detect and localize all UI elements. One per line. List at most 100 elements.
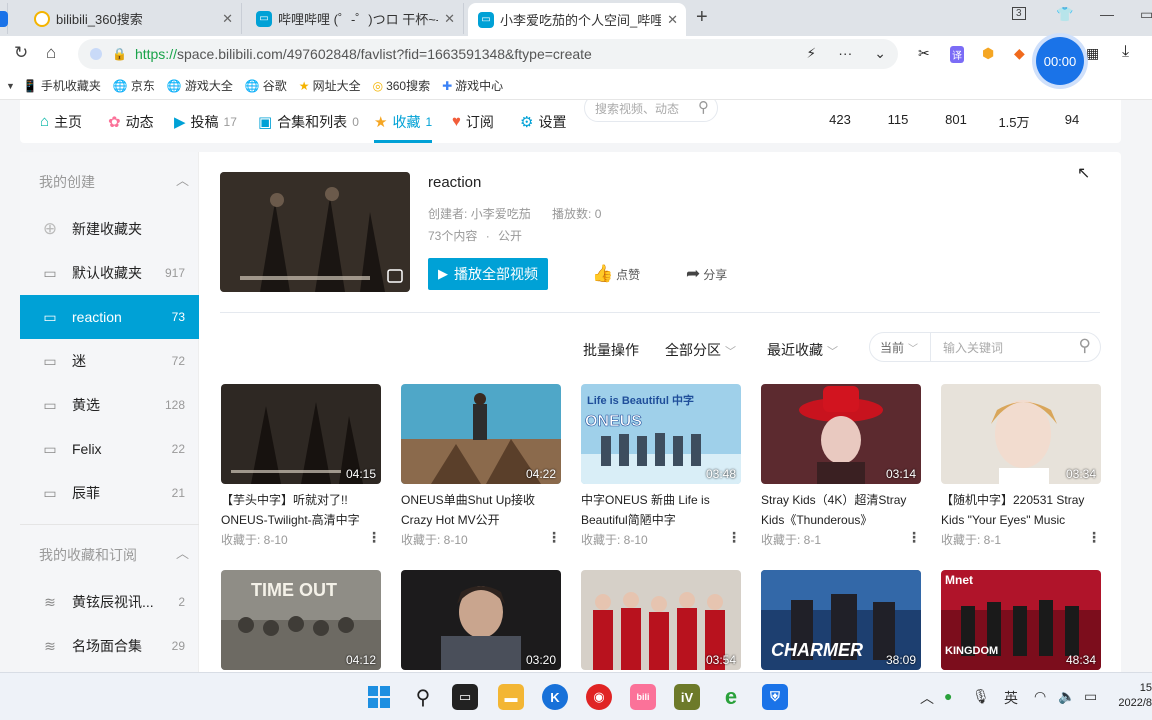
tab-user-space[interactable]: ▭ 小李爱吃茄的个人空间_哔哩哔 ✕: [468, 3, 686, 36]
nav-home[interactable]: ⌂ 主页: [40, 100, 82, 143]
video-card[interactable]: 03:54: [581, 570, 741, 670]
more-vertical-icon[interactable]: ⋮: [547, 529, 561, 546]
timer-badge[interactable]: 00:00: [1036, 37, 1084, 85]
bookmark-item[interactable]: ★ 网址大全: [299, 77, 361, 94]
sidebar-item-mi[interactable]: ▭ 迷 72: [20, 339, 199, 383]
batch-operation-button[interactable]: 批量操作: [583, 340, 639, 360]
game-extension-icon[interactable]: ◆: [1014, 45, 1025, 62]
search-icon[interactable]: ⚲: [1079, 336, 1091, 356]
subscribed-header[interactable]: 我的收藏和订阅 ︿: [39, 545, 189, 565]
video-thumbnail[interactable]: 03:54: [581, 570, 741, 670]
play-all-button[interactable]: ▶ 播放全部视频: [428, 258, 548, 290]
ie-browser-icon[interactable]: e: [718, 684, 744, 710]
home-icon[interactable]: ⌂: [46, 43, 56, 63]
download-icon[interactable]: ⤓: [1122, 43, 1129, 61]
bookmark-item[interactable]: ◎ 360搜索: [373, 77, 431, 94]
search-icon[interactable]: ⚲: [410, 684, 436, 710]
nav-uploads[interactable]: ▶ 投稿 17: [174, 100, 237, 143]
video-thumbnail[interactable]: Mnet KINGDOM 48:34: [941, 570, 1101, 670]
microphone-icon[interactable]: 🎙: [972, 688, 990, 705]
video-title[interactable]: 中字ONEUS 新曲 Life is Beautiful简陋中字: [581, 490, 741, 530]
more-vertical-icon[interactable]: ⋮: [727, 529, 741, 546]
scope-dropdown[interactable]: 当前 ﹀: [870, 333, 931, 361]
file-explorer-icon[interactable]: ▬: [498, 684, 524, 710]
volume-icon[interactable]: 🔈: [1058, 688, 1075, 705]
bilibili-app-icon[interactable]: bili: [630, 684, 656, 710]
sidebar-item-huangxuan[interactable]: ▭ 黄选 128: [20, 383, 199, 427]
video-card[interactable]: 04:22 ONEUS单曲Shut Up接收Crazy Hot MV公开 收藏于…: [401, 384, 561, 548]
more-vertical-icon[interactable]: ⋮: [1087, 529, 1101, 546]
sidebar-item-reaction[interactable]: ▭ reaction 73: [20, 295, 199, 339]
video-card[interactable]: 03:20: [401, 570, 561, 670]
more-vertical-icon[interactable]: ⋮: [367, 529, 381, 546]
lightning-icon[interactable]: ⚡: [806, 45, 816, 62]
video-card[interactable]: 04:15 【芋头中字】听就对了!! ONEUS-Twilight-高清中字 收…: [221, 384, 381, 548]
sidebar-item-subscribed[interactable]: ≋ 黄铉辰视讯... 2: [20, 580, 199, 624]
video-thumbnail[interactable]: 03:14: [761, 384, 921, 484]
new-folder-button[interactable]: ⊕ 新建收藏夹: [20, 207, 199, 251]
tab-count-badge[interactable]: 3: [1012, 7, 1026, 20]
sidebar-item-felix[interactable]: ▭ Felix 22: [20, 427, 199, 471]
netease-music-icon[interactable]: ◉: [586, 684, 612, 710]
system-clock[interactable]: 15 2022/8: [1112, 681, 1152, 711]
chevron-up-icon[interactable]: ︿: [920, 688, 934, 708]
sort-dropdown[interactable]: 最近收藏 ﹀: [767, 340, 838, 360]
favlist-cover[interactable]: [220, 172, 410, 292]
security-shield-icon[interactable]: ⛨: [762, 684, 788, 710]
bookmark-item[interactable]: 🌐 京东: [113, 77, 155, 94]
video-card[interactable]: CHARMER 38:09: [761, 570, 921, 670]
sidebar-item-default[interactable]: ▭ 默认收藏夹 917: [20, 251, 199, 295]
url-input[interactable]: 🔒 https://space.bilibili.com/497602848/f…: [78, 39, 898, 69]
category-dropdown[interactable]: 全部分区 ﹀: [665, 340, 736, 360]
ime-indicator[interactable]: 英: [1004, 688, 1018, 708]
chevron-down-icon[interactable]: ⌄: [874, 45, 886, 62]
bookmark-item[interactable]: ✚ 游戏中心: [442, 77, 503, 94]
close-tab-icon[interactable]: ✕: [444, 11, 455, 27]
video-title[interactable]: 【随机中字】220531 Stray Kids "Your Eyes" Musi…: [941, 490, 1101, 530]
chevron-up-icon[interactable]: ︿: [176, 170, 189, 189]
more-vertical-icon[interactable]: ⋮: [907, 529, 921, 546]
close-tab-icon[interactable]: ✕: [222, 11, 233, 27]
tab-bilibili-home[interactable]: ▭ 哔哩哔哩 (゜-゜)つロ 干杯~-b ✕: [246, 3, 464, 34]
reload-icon[interactable]: ↻: [14, 43, 28, 63]
video-thumbnail[interactable]: 03:20: [401, 570, 561, 670]
translate-icon[interactable]: 译: [950, 46, 964, 63]
keyword-input[interactable]: 输入关键词: [931, 339, 1003, 356]
shield-extension-icon[interactable]: ⬢: [982, 45, 994, 62]
video-title[interactable]: Stray Kids（4K）超清Stray Kids《Thunderous》: [761, 490, 921, 530]
minimize-icon[interactable]: —: [1100, 6, 1114, 22]
extensions-icon[interactable]: ▦: [1086, 45, 1099, 62]
windows-start-icon[interactable]: [366, 684, 392, 710]
video-thumbnail[interactable]: CHARMER 38:09: [761, 570, 921, 670]
chevron-up-icon[interactable]: ︿: [176, 543, 189, 562]
nav-settings[interactable]: ⚙ 设置: [520, 100, 566, 143]
created-header[interactable]: 我的创建 ︿: [39, 172, 189, 192]
video-card[interactable]: Mnet KINGDOM 48:34: [941, 570, 1101, 670]
new-tab-icon[interactable]: +: [696, 6, 708, 29]
iqiyi-icon[interactable]: iV: [674, 684, 700, 710]
video-thumbnail[interactable]: 04:22: [401, 384, 561, 484]
sidebar-item-chenfei[interactable]: ▭ 辰菲 21: [20, 471, 199, 515]
nav-favorites[interactable]: ★ 收藏 1: [374, 100, 433, 143]
close-tab-icon[interactable]: ✕: [667, 12, 678, 28]
video-card[interactable]: TIME OUT 04:12: [221, 570, 381, 670]
bookmark-item[interactable]: 🌐 谷歌: [245, 77, 287, 94]
search-icon[interactable]: ⚲: [698, 100, 709, 116]
nav-dynamic[interactable]: ✿ 动态: [108, 100, 154, 143]
shirt-icon[interactable]: 👕: [1056, 6, 1073, 23]
kugou-icon[interactable]: K: [542, 684, 568, 710]
space-search-input[interactable]: 搜索视频、动态 ⚲: [584, 100, 718, 122]
more-icon[interactable]: ···: [838, 45, 852, 62]
maximize-icon[interactable]: ▭: [1140, 6, 1152, 23]
video-card[interactable]: 03:34 【随机中字】220531 Stray Kids "Your Eyes…: [941, 384, 1101, 548]
like-button[interactable]: 👍 点赞: [592, 264, 640, 284]
video-thumbnail[interactable]: Life is Beautiful 中字 ONEUS 03:48: [581, 384, 741, 484]
battery-icon[interactable]: ▭: [1084, 688, 1097, 705]
share-button[interactable]: ➦ 分享: [686, 264, 727, 284]
video-card[interactable]: Life is Beautiful 中字 ONEUS 03:48 中字ONEUS…: [581, 384, 741, 548]
creator-link[interactable]: 小李爱吃茄: [471, 207, 531, 221]
task-view-icon[interactable]: ▭: [452, 684, 478, 710]
scissors-icon[interactable]: ✂: [918, 45, 930, 62]
tab-360-search[interactable]: bilibili_360搜索 ✕: [24, 3, 242, 34]
video-thumbnail[interactable]: 03:34: [941, 384, 1101, 484]
